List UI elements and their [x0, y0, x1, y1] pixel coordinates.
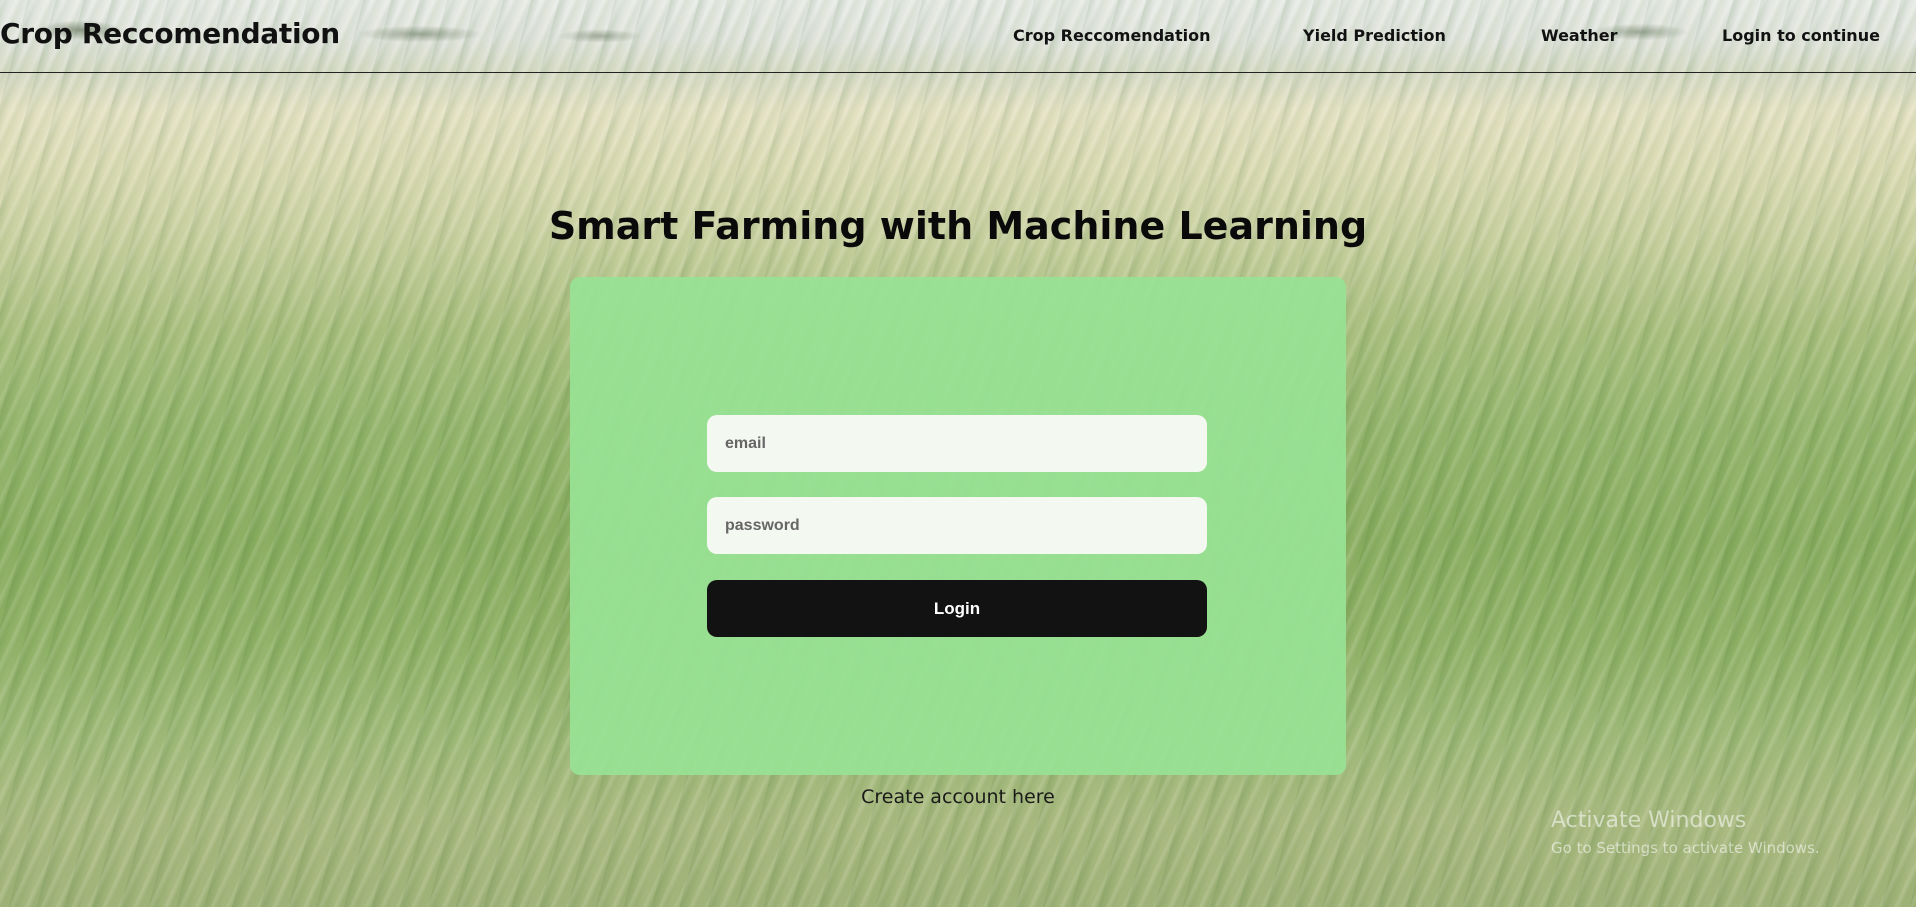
- brand-logo-link[interactable]: Crop Reccomendation: [0, 17, 340, 50]
- page-title: Smart Farming with Machine Learning: [548, 204, 1368, 248]
- nav-link-weather[interactable]: Weather: [1541, 26, 1618, 45]
- watermark-title: Activate Windows: [1551, 808, 1747, 833]
- login-button[interactable]: Login: [707, 580, 1207, 637]
- create-account-link[interactable]: Create account here: [0, 786, 1916, 808]
- watermark-subtitle: Go to Settings to activate Windows.: [1551, 839, 1820, 857]
- email-field[interactable]: [707, 415, 1207, 472]
- login-card: Login: [570, 277, 1346, 775]
- nav-link-crop-recommendation[interactable]: Crop Reccomendation: [1013, 26, 1210, 45]
- password-field[interactable]: [707, 497, 1207, 554]
- nav-link-yield-prediction[interactable]: Yield Prediction: [1303, 26, 1446, 45]
- nav-link-login[interactable]: Login to continue: [1722, 26, 1880, 45]
- navbar: Crop Reccomendation Crop Reccomendation …: [0, 0, 1916, 73]
- windows-activation-watermark: Activate Windows Go to Settings to activ…: [1551, 808, 1820, 857]
